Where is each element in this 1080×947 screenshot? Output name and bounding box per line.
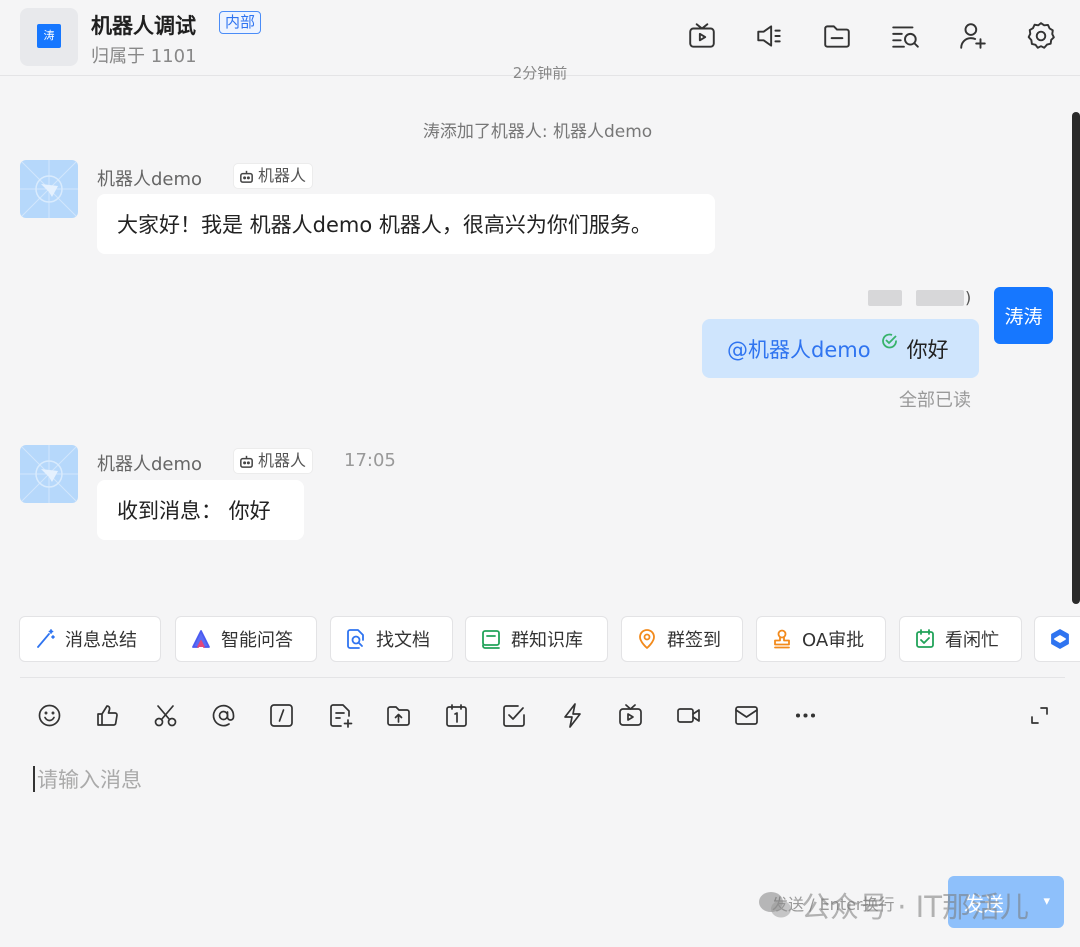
sender-name-suffix: ): [965, 288, 972, 307]
chat-title[interactable]: 机器人调试: [91, 10, 196, 40]
message-bubble[interactable]: 收到消息： 你好: [97, 480, 304, 540]
chip-label: 看闲忙: [945, 630, 999, 651]
text-caret: [33, 766, 35, 792]
live-tv-icon[interactable]: [686, 20, 718, 52]
chip-more-app[interactable]: [1034, 616, 1080, 662]
mention-icon[interactable]: [208, 700, 238, 730]
chat-header: 涛 机器人调试 内部 归属于 1101: [0, 0, 1080, 76]
video-call-icon[interactable]: [673, 700, 703, 730]
document-search-icon: [347, 629, 364, 649]
lightning-icon[interactable]: [557, 700, 587, 730]
add-doc-icon[interactable]: [325, 700, 355, 730]
chat-scrollbar[interactable]: [1072, 112, 1080, 604]
chevron-down-icon[interactable]: ▾: [1043, 894, 1050, 909]
mail-icon[interactable]: [731, 700, 761, 730]
search-history-icon[interactable]: [889, 20, 921, 52]
upload-file-icon[interactable]: [383, 700, 413, 730]
robot-icon: [240, 455, 253, 468]
chip-label: 群知识库: [511, 630, 583, 651]
location-pin-icon: [639, 629, 655, 649]
input-divider: [20, 677, 1065, 678]
chip-find-document[interactable]: 找文档: [330, 616, 453, 662]
calendar-check-icon: [916, 629, 934, 648]
chip-availability[interactable]: 看闲忙: [899, 616, 1022, 662]
cube-app-icon: [1051, 629, 1069, 649]
todo-icon[interactable]: [499, 700, 529, 730]
my-avatar[interactable]: 涛涛: [994, 287, 1053, 344]
chip-label: 智能问答: [221, 630, 293, 651]
send-button-label: 发送: [964, 891, 1004, 916]
expand-icon[interactable]: [1024, 700, 1054, 730]
mention-link[interactable]: @机器人demo: [727, 334, 871, 364]
my-message-bubble[interactable]: @机器人demo 你好: [702, 319, 979, 378]
message-bubble[interactable]: 大家好！我是 机器人demo 机器人，很高兴为你们服务。: [97, 194, 715, 254]
scissors-icon[interactable]: [150, 700, 180, 730]
chip-check-in[interactable]: 群签到: [621, 616, 743, 662]
voice-icon[interactable]: [753, 20, 785, 52]
bot-tag-label: 机器人: [258, 166, 307, 185]
bot-avatar[interactable]: [20, 445, 78, 503]
read-status[interactable]: 全部已读: [899, 386, 971, 412]
emoji-icon[interactable]: [34, 700, 64, 730]
message-text: 收到消息： 你好: [117, 499, 271, 523]
chip-message-summary[interactable]: 消息总结: [19, 616, 161, 662]
chip-knowledge-base[interactable]: 群知识库: [465, 616, 608, 662]
book-icon: [482, 630, 500, 649]
chat-subtitle: 归属于 1101: [91, 46, 197, 67]
settings-icon[interactable]: [1025, 20, 1057, 52]
timestamp-divider: 2分钟前: [512, 66, 568, 82]
live-stream-icon[interactable]: [615, 700, 645, 730]
robot-icon: [240, 170, 253, 183]
group-avatar-char: 涛: [37, 24, 61, 48]
send-button[interactable]: 发送 ▾: [948, 876, 1064, 928]
add-member-icon[interactable]: [957, 20, 989, 52]
message-input[interactable]: [37, 762, 1037, 798]
sender-name: 机器人demo: [97, 169, 203, 190]
folder-icon[interactable]: [821, 20, 853, 52]
blurred-sender-name: [868, 290, 902, 306]
delivered-check-icon: [881, 331, 899, 355]
my-message-text: 你好: [906, 337, 949, 362]
chip-label: 找文档: [376, 630, 430, 651]
bot-tag-label: 机器人: [258, 451, 307, 470]
quick-actions-bar: 消息总结 智能问答 找文档 群知识库 群签到 OA审批 看闲忙: [0, 616, 1080, 664]
more-icon[interactable]: [790, 700, 820, 730]
message-time: 17:05: [344, 450, 396, 471]
chip-label: 消息总结: [65, 630, 137, 651]
send-hint: 发送 / Enter换行: [772, 895, 895, 914]
bot-avatar[interactable]: [20, 160, 78, 218]
chip-smart-qa[interactable]: 智能问答: [175, 616, 317, 662]
stamp-icon: [774, 629, 790, 649]
ai-icon: [192, 630, 210, 648]
calendar-icon[interactable]: [441, 700, 471, 730]
chip-label: 群签到: [667, 630, 721, 651]
thumbs-up-icon[interactable]: [92, 700, 122, 730]
blurred-sender-name: [916, 290, 964, 306]
bot-tag: 机器人: [233, 163, 314, 189]
slash-command-icon[interactable]: [266, 700, 296, 730]
group-avatar[interactable]: 涛: [20, 8, 78, 66]
bot-tag: 机器人: [233, 448, 314, 474]
magic-wand-icon: [37, 629, 55, 648]
chip-label: OA审批: [802, 630, 865, 651]
system-message: 涛添加了机器人: 机器人demo: [422, 122, 653, 142]
message-text: 大家好！我是 机器人demo 机器人，很高兴为你们服务。: [117, 213, 652, 237]
chip-oa-approval[interactable]: OA审批: [756, 616, 886, 662]
internal-badge: 内部: [219, 11, 262, 34]
sender-name: 机器人demo: [97, 454, 203, 475]
